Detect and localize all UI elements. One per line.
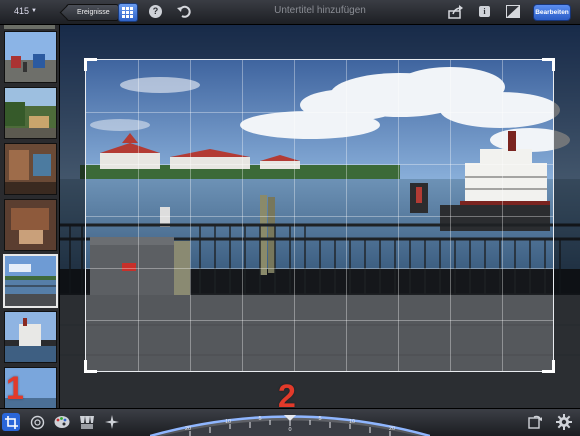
- thumbnail[interactable]: [4, 143, 57, 195]
- back-to-events-button[interactable]: Ereignisse: [66, 4, 119, 21]
- help-icon[interactable]: ?: [149, 5, 162, 18]
- dial-tick-label: 5: [318, 416, 321, 422]
- compare-icon[interactable]: [506, 5, 520, 18]
- crop-handle-bottom-right[interactable]: [542, 360, 555, 373]
- brushes-icon: [80, 415, 94, 429]
- annotation-marker-1: 1: [6, 370, 24, 406]
- red-eye-icon: [30, 415, 44, 429]
- thumbnail[interactable]: [4, 199, 57, 251]
- thumbnail[interactable]: [4, 31, 57, 83]
- brushes-tool-button[interactable]: [78, 413, 96, 431]
- dial-tick-label: 10: [225, 419, 231, 425]
- effects-tool-button[interactable]: [103, 413, 121, 431]
- undo-icon[interactable]: [176, 4, 192, 20]
- dial-tick-label: 0: [288, 427, 291, 433]
- caption-title[interactable]: Untertitel hinzufügen: [220, 5, 420, 16]
- edit-button[interactable]: Bearbeiten: [533, 4, 571, 21]
- dial-tick-label: 20: [185, 426, 191, 432]
- crop-handle-bottom-left[interactable]: [84, 360, 97, 373]
- gear-icon[interactable]: [556, 414, 572, 430]
- grid-icon: [122, 7, 133, 18]
- thumb-top-partial[interactable]: [4, 25, 55, 29]
- annotation-marker-2: 2: [278, 378, 296, 414]
- share-icon[interactable]: [448, 5, 464, 19]
- crop-grid-line: [86, 216, 553, 217]
- chevron-down-icon: ▼: [31, 8, 37, 14]
- crop-rectangle[interactable]: [84, 58, 555, 373]
- crop-handle-top-left[interactable]: [84, 58, 97, 71]
- photo-canvas[interactable]: [60, 25, 580, 408]
- rotate-icon[interactable]: [527, 414, 543, 430]
- dial-tick-label: 20: [389, 426, 395, 432]
- crop-grid-line: [86, 164, 553, 165]
- photo-count: 415: [14, 6, 30, 16]
- grid-view-button[interactable]: [118, 3, 138, 22]
- dial-tick-label: 5: [258, 416, 261, 422]
- photo-count-button[interactable]: 415 ▼: [14, 6, 37, 16]
- crop-handle-top-right[interactable]: [542, 58, 555, 71]
- info-icon[interactable]: i: [479, 6, 490, 17]
- color-tool-button[interactable]: [53, 413, 71, 431]
- crop-icon: [4, 415, 18, 429]
- crop-grid-line: [86, 268, 553, 269]
- crop-grid-line: [86, 320, 553, 321]
- crop-grid-line: [86, 112, 553, 113]
- dial-tick-label: 10: [349, 419, 355, 425]
- thumbnail-selected[interactable]: [3, 254, 58, 308]
- top-toolbar: 415 ▼ Ereignisse ? Untertitel hinzufügen…: [0, 0, 580, 25]
- filmstrip[interactable]: [0, 25, 60, 408]
- crop-tool-button[interactable]: [2, 413, 20, 431]
- thumbnail[interactable]: [4, 87, 57, 139]
- effects-icon: [105, 415, 119, 429]
- palette-icon: [54, 416, 70, 428]
- thumbnail[interactable]: [4, 311, 57, 363]
- red-eye-tool-button[interactable]: [28, 413, 46, 431]
